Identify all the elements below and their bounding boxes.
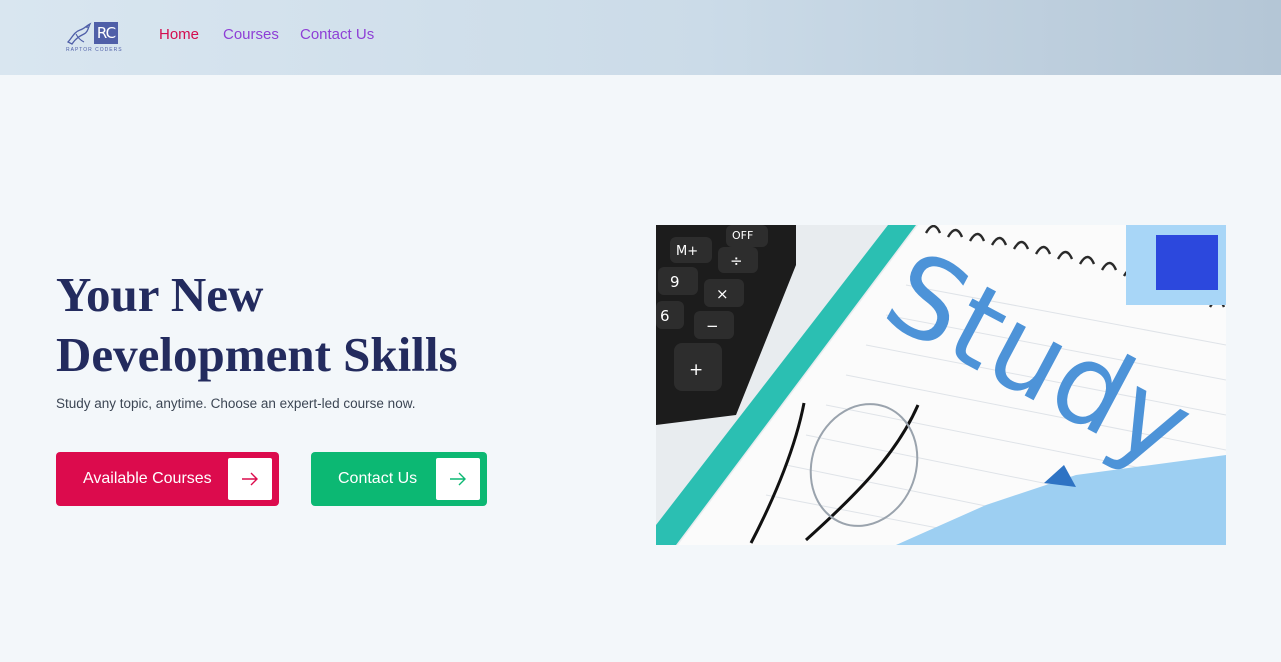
nav-courses[interactable]: Courses — [223, 26, 279, 43]
study-illustration: OFF M+ ÷ 9 × 6 − + Study — [656, 225, 1226, 545]
raptor-bird-icon — [66, 22, 92, 45]
hero-title: Your New Development Skills — [56, 265, 596, 385]
hero-title-line-2: Development Skills — [56, 327, 458, 382]
calc-key-multiply: × — [716, 285, 729, 303]
calc-key-9: 9 — [670, 273, 680, 291]
navbar: RC RAPTOR CODERS Home Courses Contact Us — [0, 0, 1281, 75]
available-courses-button[interactable]: Available Courses — [56, 452, 279, 506]
logo-subtitle: RAPTOR CODERS — [66, 47, 123, 53]
logo-mark: RC — [94, 22, 118, 44]
calc-key-off: OFF — [732, 229, 753, 242]
calc-key-divide: ÷ — [730, 252, 743, 270]
hero-study-image: OFF M+ ÷ 9 × 6 − + Study — [656, 225, 1226, 545]
nav-home[interactable]: Home — [159, 26, 199, 43]
calc-key-mplus: M+ — [676, 244, 698, 259]
contact-us-label: Contact Us — [338, 470, 418, 487]
nav-contact-us[interactable]: Contact Us — [300, 26, 374, 43]
arrow-right-icon — [228, 458, 272, 500]
calc-key-6: 6 — [660, 307, 670, 325]
calc-key-plus: + — [689, 360, 703, 380]
hero-title-line-1: Your New — [56, 267, 264, 322]
hero-subtitle: Study any topic, anytime. Choose an expe… — [56, 396, 416, 411]
site-logo[interactable]: RC RAPTOR CODERS — [64, 20, 124, 56]
contact-us-button[interactable]: Contact Us — [311, 452, 487, 506]
available-courses-label: Available Courses — [83, 470, 212, 487]
arrow-right-icon — [436, 458, 480, 500]
calc-key-minus: − — [706, 317, 719, 335]
